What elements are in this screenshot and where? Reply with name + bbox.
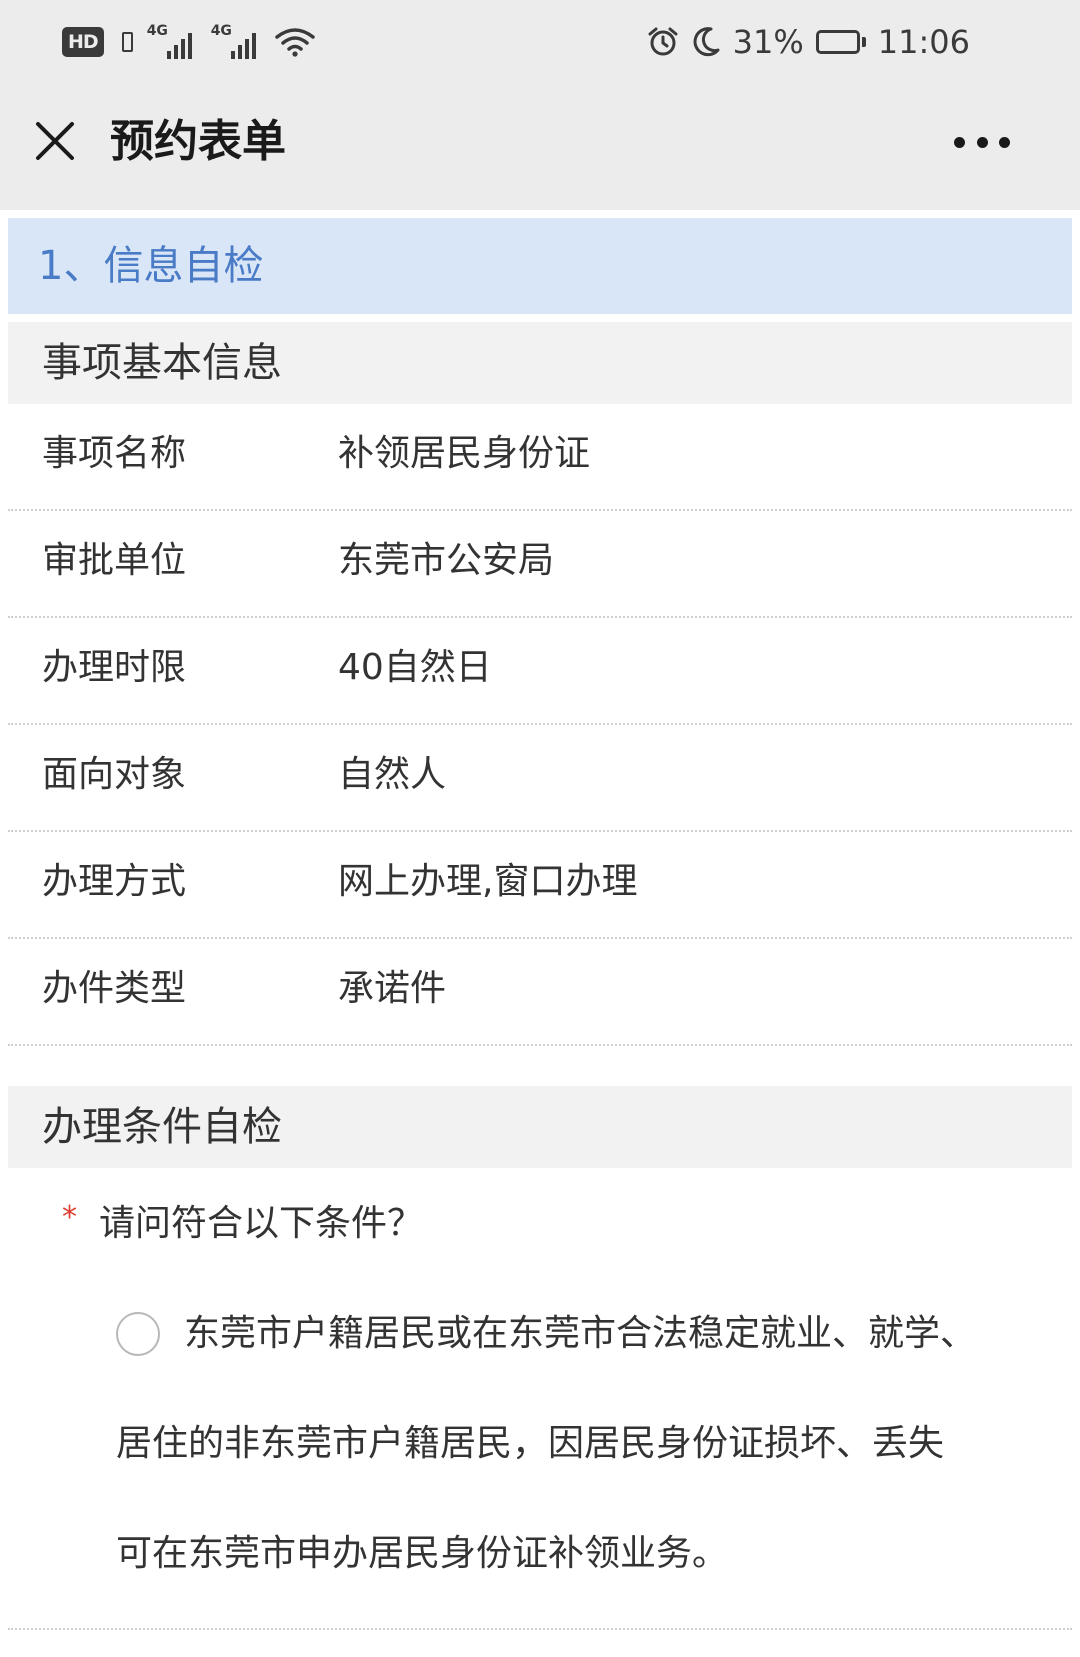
- hd-icon: HD: [62, 27, 104, 57]
- info-label: 办件类型: [42, 968, 187, 1009]
- info-row: 办理时限 40自然日: [8, 618, 1072, 725]
- cellular-signal-icon: 4G: [146, 23, 197, 59]
- wifi-icon: [274, 28, 315, 57]
- network-type-label: 4G: [210, 23, 232, 39]
- clock: 11:06: [877, 23, 970, 61]
- info-label: 办理时限: [42, 647, 187, 688]
- info-label: 审批单位: [42, 540, 187, 581]
- battery-percent: 31%: [732, 23, 804, 61]
- status-bar: HD 4G 4G 31% 11:06: [0, 0, 1080, 84]
- info-row: 办件类型 承诺件: [8, 939, 1072, 1046]
- section-heading-basic-info: 事项基本信息: [8, 322, 1072, 404]
- cellular-signal-icon: 4G: [210, 23, 261, 59]
- info-value: 网上办理,窗口办理: [338, 861, 638, 902]
- app-header: 预约表单: [0, 92, 1080, 202]
- info-row: 审批单位 东莞市公安局: [8, 511, 1072, 618]
- required-mark: *: [62, 1200, 77, 1235]
- status-right: 31% 11:06: [647, 20, 970, 64]
- status-left: HD 4G 4G: [62, 22, 315, 62]
- moon-icon: [693, 27, 720, 57]
- info-value: 自然人: [338, 754, 447, 795]
- section-heading-condition-check: 办理条件自检: [8, 1086, 1072, 1168]
- info-value: 承诺件: [338, 968, 447, 1009]
- alarm-icon: [648, 27, 678, 56]
- divider: [8, 1628, 1072, 1630]
- info-label: 面向对象: [42, 754, 187, 795]
- info-row: 事项名称 补领居民身份证: [8, 404, 1072, 511]
- step-title: 1、信息自检: [8, 218, 1072, 314]
- info-value: 东莞市公安局: [338, 540, 555, 581]
- more-options-icon[interactable]: [954, 130, 1010, 154]
- option-text-line: 可在东莞市申办居民身份证补领业务。: [116, 1533, 729, 1574]
- info-value: 补领居民身份证: [338, 433, 591, 474]
- hd-call-icon: [121, 32, 133, 52]
- page-title: 预约表单: [110, 116, 286, 167]
- option-text-line: 居住的非东莞市户籍居民，因居民身份证损坏、丢失: [116, 1423, 945, 1464]
- network-type-label: 4G: [146, 23, 168, 39]
- info-row: 办理方式 网上办理,窗口办理: [8, 832, 1072, 939]
- info-value: 40自然日: [338, 647, 492, 688]
- info-row: 面向对象 自然人: [8, 725, 1072, 832]
- option-text-line: 东莞市户籍居民或在东莞市合法稳定就业、就学、: [184, 1313, 977, 1354]
- info-label: 事项名称: [42, 433, 187, 474]
- info-label: 办理方式: [42, 861, 187, 902]
- radio-button[interactable]: [116, 1312, 160, 1356]
- top-bar: HD 4G 4G 31% 11:06 预约表单: [0, 0, 1080, 210]
- condition-question: * 请问符合以下条件？: [62, 1196, 423, 1254]
- question-text: 请问符合以下条件？: [99, 1203, 424, 1244]
- close-icon[interactable]: [30, 116, 80, 166]
- battery-icon: [815, 30, 866, 54]
